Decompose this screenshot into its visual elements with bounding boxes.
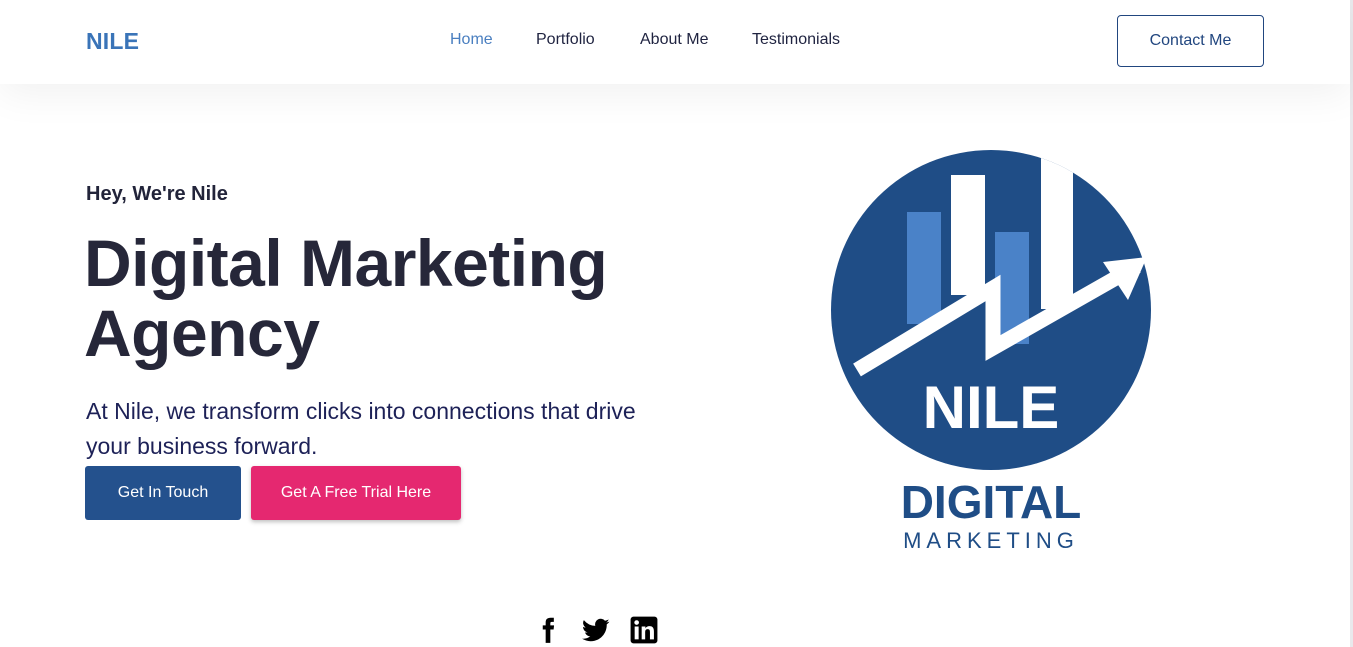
brand-logo-text[interactable]: NILE: [86, 28, 139, 55]
logo-name-text: NILE: [923, 374, 1060, 441]
logo-bar-4: [1041, 150, 1073, 309]
logo-bar-1: [907, 212, 941, 324]
hero-subtext: At Nile, we transform clicks into connec…: [86, 398, 636, 459]
top-navbar: NILE Home Portfolio About Me Testimonial…: [0, 0, 1350, 84]
linkedin-icon[interactable]: [630, 616, 658, 644]
get-in-touch-button[interactable]: Get In Touch: [85, 466, 241, 520]
nav-link-portfolio[interactable]: Portfolio: [536, 31, 595, 49]
contact-me-button[interactable]: Contact Me: [1117, 15, 1264, 67]
facebook-icon[interactable]: [534, 616, 562, 644]
free-trial-button[interactable]: Get A Free Trial Here: [251, 466, 461, 520]
nile-digital-marketing-logo: NILE DIGITAL MARKETING: [831, 150, 1151, 553]
logo-marketing-text: MARKETING: [903, 528, 1079, 553]
hero-headline-line1: Digital Marketing: [84, 226, 608, 300]
hero-headline-line2: Agency: [84, 296, 320, 370]
twitter-icon[interactable]: [582, 616, 610, 644]
logo-digital-text: DIGITAL: [901, 476, 1082, 528]
hero-headline: Digital Marketing Agency: [84, 226, 608, 370]
nav-link-testimonials[interactable]: Testimonials: [752, 31, 840, 49]
logo-bar-2: [951, 175, 985, 295]
nav-link-about-me[interactable]: About Me: [640, 31, 708, 49]
hero-eyebrow: Hey, We're Nile: [86, 183, 228, 205]
nav-link-home[interactable]: Home: [450, 31, 493, 49]
